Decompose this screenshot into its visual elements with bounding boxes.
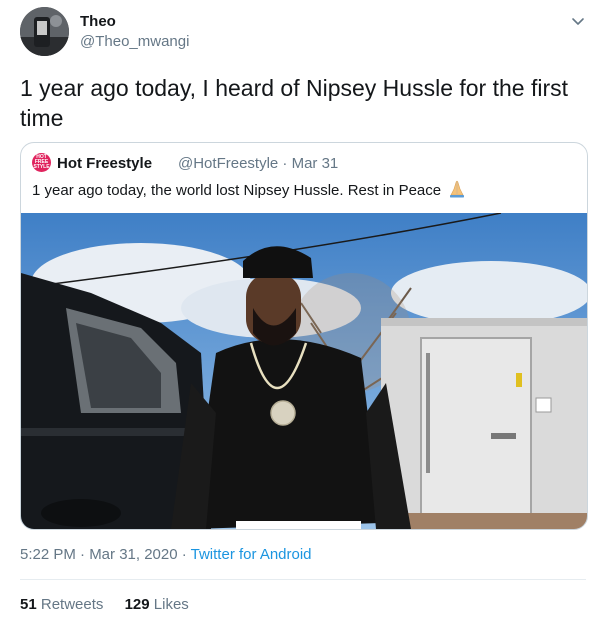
tweet-source-link[interactable]: Twitter for Android: [191, 546, 312, 563]
author-avatar[interactable]: [20, 7, 69, 56]
retweets-count: 51: [20, 596, 37, 613]
chevron-down-icon[interactable]: [570, 13, 586, 29]
retweets-label: Retweets: [40, 596, 104, 613]
quoted-avatar-logo: HOT FREE STYLE: [33, 154, 50, 170]
author-name[interactable]: Theo: [80, 13, 116, 30]
quoted-text: 1 year ago today, the world lost Nipsey …: [32, 182, 442, 199]
tweet-timestamp[interactable]: 5:22 PM · Mar 31, 2020 ·: [20, 546, 191, 563]
author-handle[interactable]: @Theo_mwangi: [80, 33, 189, 50]
quoted-handle-date[interactable]: @HotFreestyle · Mar 31: [178, 155, 338, 172]
retweets-stat[interactable]: 51 Retweets: [20, 596, 103, 613]
tweet-card: Theo @Theo_mwangi 1 year ago today, I he…: [0, 0, 613, 626]
likes-label: Likes: [153, 596, 189, 613]
photo-man-by-car-and-door-icon: [21, 213, 587, 529]
divider: [20, 579, 586, 580]
folded-hands-icon: [448, 180, 466, 202]
profile-photo-icon: [20, 7, 69, 56]
tweet-text: 1 year ago today, I heard of Nipsey Huss…: [20, 75, 569, 131]
quoted-text-line: 1 year ago today, the world lost Nipsey …: [32, 180, 466, 202]
tweet-meta: 5:22 PM · Mar 31, 2020 · Twitter for And…: [20, 546, 312, 563]
quoted-author-name[interactable]: Hot Freestyle: [57, 155, 152, 172]
likes-stat[interactable]: 129 Likes: [125, 596, 189, 613]
likes-count: 129: [124, 596, 150, 613]
quoted-tweet[interactable]: HOT FREE STYLE Hot Freestyle @HotFreesty…: [20, 142, 588, 530]
quoted-photo[interactable]: [21, 213, 587, 529]
quoted-author-avatar[interactable]: HOT FREE STYLE: [32, 153, 51, 172]
tweet-stats: 51 Retweets 129 Likes: [20, 596, 206, 613]
